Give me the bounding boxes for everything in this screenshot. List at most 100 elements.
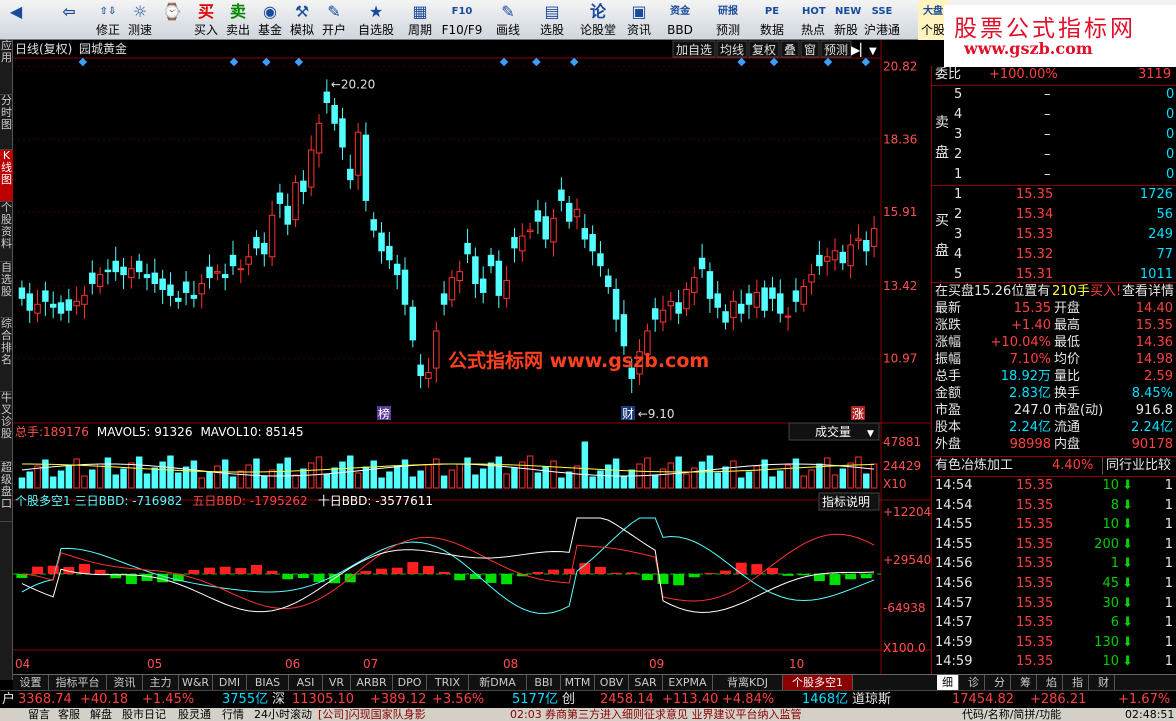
status-news-1[interactable]: [公司]闪现国家队身影 <box>318 708 426 721</box>
status-news-2[interactable]: 券商第三方进入细则征求意见 业界建议平台纳入监管 <box>545 708 802 721</box>
left-tab-5[interactable]: 综合排名 <box>0 318 13 392</box>
left-tab-0[interactable]: 应用 <box>0 40 13 95</box>
right-tab-6[interactable]: 财 <box>1093 675 1115 690</box>
volume-selector[interactable]: 成交量 <box>815 424 851 439</box>
kline-chart-area[interactable]: 日线(复权) 园城黄金 加自选 均线 复权叠窗预测 ▶▏ ▼20.8218.3615.911… <box>13 40 931 674</box>
toolbar-button-17[interactable]: 资金 BBD <box>660 0 700 40</box>
toolbar-button-14[interactable]: ▤ 选股 <box>532 0 572 40</box>
indicator-tab-15[interactable]: OBV <box>595 675 629 690</box>
indicator-tab-4[interactable]: W&R <box>179 675 213 690</box>
status-analysis[interactable]: 解盘 <box>90 708 112 721</box>
chart-button-4[interactable]: 窗 <box>804 43 816 57</box>
expand-icon[interactable]: ▶▏ <box>851 42 869 57</box>
left-tab-3[interactable]: 个股资料 <box>0 202 13 262</box>
status-gulingtong[interactable]: 股灵通 <box>178 708 211 721</box>
indicator-tab-10[interactable]: DPO <box>393 675 427 690</box>
left-tab-1[interactable]: 分时图 <box>0 95 13 150</box>
toolbar-button-19[interactable]: PE 数据 <box>754 0 790 40</box>
event-marker-0[interactable] <box>78 57 88 67</box>
left-tab-7[interactable]: 超级盘口 <box>0 462 13 522</box>
toolbar-button-1[interactable]: ⇦ <box>52 0 86 40</box>
bbd-info-button[interactable]: 指标说明 <box>822 494 870 509</box>
indicator-tab-14[interactable]: MTM <box>561 675 595 690</box>
event-marker-5[interactable] <box>532 57 541 67</box>
indicator-tab-9[interactable]: ARBR <box>351 675 393 690</box>
toolbar-button-15[interactable]: 论论股堂 <box>578 0 618 40</box>
toolbar-button-6[interactable]: 卖卖出 <box>222 0 254 40</box>
event-marker-10[interactable] <box>861 57 871 67</box>
right-tab-5[interactable]: 指 <box>1067 675 1089 690</box>
left-tab-4[interactable]: 自选股 <box>0 262 13 318</box>
right-tab-2[interactable]: 分 <box>989 675 1011 690</box>
chart-button-1[interactable]: 均线 <box>720 43 744 57</box>
toolbar-button-20[interactable]: HOT 热点 <box>796 0 830 40</box>
toolbar-button-11[interactable]: ▦ 周期 <box>402 0 438 40</box>
indicator-tab-1[interactable]: 指标平台 <box>49 675 107 690</box>
left-tab-2[interactable]: K线图 <box>0 150 13 202</box>
event-badge-0[interactable]: 榜 <box>378 406 390 421</box>
left-tab-6[interactable]: 牛叉诊股 <box>0 392 13 462</box>
industry-name[interactable]: 有色冶炼加工 <box>935 457 1013 475</box>
right-tab-0[interactable]: 细 <box>937 675 959 690</box>
indicator-tab-16[interactable]: SAR <box>629 675 663 690</box>
toolbar-button-10[interactable]: ★ 自选股 <box>356 0 396 40</box>
event-marker-9[interactable] <box>823 57 833 67</box>
status-diary[interactable]: 股市日记 <box>122 708 166 721</box>
toolbar-icon-11: ▦ <box>412 2 428 21</box>
toolbar-button-0[interactable]: ◀ <box>0 0 32 40</box>
indicator-tab-6[interactable]: BIAS <box>247 675 289 690</box>
event-marker-1[interactable] <box>229 57 239 67</box>
right-tab-4[interactable]: 焰 <box>1041 675 1063 690</box>
event-badge-2[interactable]: 涨 <box>852 406 864 421</box>
toolbar-button-22[interactable]: SSE 沪港通 <box>862 0 902 40</box>
right-tab-3[interactable]: 筹 <box>1015 675 1037 690</box>
status-quote[interactable]: 行情 <box>222 708 244 721</box>
toolbar-button-13[interactable]: ✎ 画线 <box>490 0 526 40</box>
event-marker-4[interactable] <box>499 57 509 67</box>
event-marker-7[interactable] <box>737 57 746 67</box>
toolbar-button-21[interactable]: NEW 新股 <box>830 0 862 40</box>
chart-button-3[interactable]: 叠 <box>784 43 796 57</box>
indicator-tab-18[interactable]: 背离KDJ <box>713 675 783 690</box>
indicator-tab-11[interactable]: TRIX <box>427 675 469 690</box>
toolbar-button-5[interactable]: 买买入 <box>190 0 222 40</box>
toolbar-button-4[interactable]: ⌚ <box>156 0 188 40</box>
chart-button-5[interactable]: 预测 <box>824 43 848 57</box>
toolbar-button-16[interactable]: ▣ 资讯 <box>622 0 656 40</box>
right-tab-1[interactable]: 诊 <box>963 675 985 690</box>
status-search[interactable]: 代码/名称/简拼/功能 <box>962 708 1061 721</box>
indicator-tab-13[interactable]: BBI <box>527 675 561 690</box>
chart-button-0[interactable]: 加自选 <box>676 43 712 57</box>
toolbar-button-2[interactable]: ⇧⇩ 修正 <box>92 0 124 40</box>
chevron-down-icon[interactable]: ▼ <box>869 46 877 57</box>
chart-button-2[interactable]: 复权 <box>752 43 776 57</box>
toolbar-button-8[interactable]: ⚒ 模拟 <box>286 0 318 40</box>
status-message[interactable]: 留言 <box>28 708 50 721</box>
industry-compare-button[interactable]: 同行业比较 <box>1102 457 1171 475</box>
toolbar-button-18[interactable]: 研报 预测 <box>708 0 748 40</box>
indicator-tab-2[interactable]: 资讯 <box>107 675 143 690</box>
toolbar-button-9[interactable]: ✎ 开户 <box>318 0 350 40</box>
event-badge-1[interactable]: 财 <box>622 407 634 421</box>
event-marker-3[interactable] <box>294 57 304 67</box>
indicator-tab-17[interactable]: EXPMA <box>663 675 713 690</box>
toolbar-button-7[interactable]: ◉ 基金 <box>254 0 286 40</box>
indicator-tab-3[interactable]: 主力 <box>143 675 179 690</box>
status-service[interactable]: 客服 <box>58 708 80 721</box>
indicator-tab-5[interactable]: DMI <box>213 675 247 690</box>
volume-dropdown-icon[interactable]: ▼ <box>867 429 874 439</box>
toolbar-button-3[interactable]: ☼ 测速 <box>124 0 156 40</box>
indicator-tab-8[interactable]: VR <box>323 675 351 690</box>
bbd-bar-92 <box>735 562 747 574</box>
indicator-tab-0[interactable]: 设置 <box>13 675 49 690</box>
event-marker-2[interactable] <box>262 57 271 67</box>
event-marker-8[interactable] <box>769 57 779 67</box>
position-detail-link[interactable]: 查看详情 <box>1122 283 1174 301</box>
volume-bar-69 <box>558 477 565 489</box>
status-rolling[interactable]: 24小时滚动 <box>254 708 312 721</box>
indicator-tab-19[interactable]: 个股多空1 <box>783 675 853 690</box>
indicator-tab-12[interactable]: 新DMA <box>469 675 527 690</box>
event-marker-6[interactable] <box>569 57 579 67</box>
toolbar-button-12[interactable]: F10 F10/F9 <box>440 0 484 40</box>
indicator-tab-7[interactable]: ASI <box>289 675 323 690</box>
